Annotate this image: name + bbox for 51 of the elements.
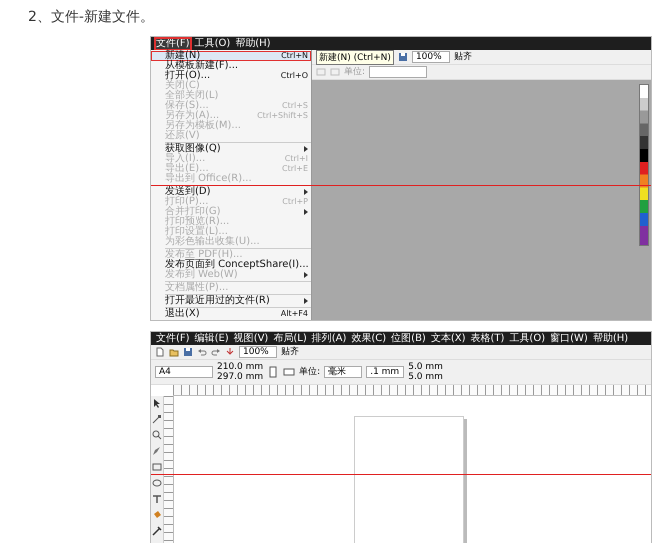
menu-item[interactable]: 排列(A)	[310, 332, 348, 344]
folder-icon[interactable]	[169, 347, 179, 357]
save-icon[interactable]	[183, 347, 193, 357]
tooltip: 新建(N) (Ctrl+N)	[316, 50, 394, 64]
menu-item[interactable]: 打开(O)... Ctrl+O	[151, 71, 311, 81]
save-icon[interactable]	[398, 52, 408, 62]
menu-item[interactable]: 工具(O)	[194, 38, 232, 50]
menu-item[interactable]: 位图(B)	[390, 332, 427, 344]
zoom-icon[interactable]	[152, 430, 162, 440]
menu-item[interactable]: 发布页面到 ConceptShare(I)...	[151, 260, 311, 270]
landscape-page-icon[interactable]	[283, 366, 296, 378]
duplicate-y-field[interactable]: 5.0 mm	[408, 372, 443, 382]
snap-label[interactable]: 贴齐	[281, 347, 299, 357]
menu-item[interactable]: 编辑(E)	[194, 332, 230, 344]
duplicate-x-field[interactable]: 5.0 mm	[408, 362, 443, 372]
menu-item[interactable]: 获取图像(Q)	[151, 144, 311, 154]
shape-tool-icon[interactable]	[152, 414, 162, 424]
page-size-dropdown[interactable]: A4	[155, 366, 213, 378]
zoom-field[interactable]: 100%	[239, 346, 277, 358]
unit-dropdown[interactable]: 毫米	[324, 366, 362, 378]
rectangle-icon[interactable]	[152, 462, 162, 472]
menu-item[interactable]: 文本(X)	[430, 332, 466, 344]
menu-item[interactable]: 布局(L)	[272, 332, 308, 344]
menu-item[interactable]: 帮助(H)	[234, 38, 272, 50]
new-document-icon[interactable]	[155, 347, 165, 357]
menu-item[interactable]: 文件(F)	[155, 332, 191, 344]
menu-item[interactable]: 帮助(H)	[592, 332, 630, 344]
menu-item[interactable]: 从模板新建(F)...	[151, 61, 311, 71]
page-height-field[interactable]: 297.0 mm	[217, 372, 264, 382]
unit-label: 单位:	[299, 367, 320, 377]
menu-item[interactable]: 窗口(W)	[549, 332, 589, 344]
menu-item[interactable]: 退出(X) Alt+F4	[151, 309, 311, 319]
menu-item[interactable]: 新建(N) Ctrl+N	[151, 51, 311, 61]
menu-item[interactable]: 工具(O)	[508, 332, 546, 344]
portrait-page-icon[interactable]	[267, 366, 280, 378]
page-width-field[interactable]: 210.0 mm	[217, 362, 264, 372]
undo-icon[interactable]	[197, 347, 207, 357]
text-tool-icon[interactable]	[152, 494, 162, 504]
redo-icon[interactable]	[211, 347, 221, 357]
menu-item[interactable]: 表格(T)	[470, 332, 506, 344]
zoom-field[interactable]: 100%	[412, 51, 450, 63]
nudge-field[interactable]: .1 mm	[366, 366, 404, 378]
pointer-tool-icon[interactable]	[152, 398, 162, 408]
menu-item[interactable]: 效果(C)	[350, 332, 388, 344]
pen-icon[interactable]	[152, 446, 162, 456]
snap-label[interactable]: 贴齐	[454, 52, 472, 62]
import-icon[interactable]	[225, 347, 235, 357]
ellipse-icon[interactable]	[152, 478, 162, 488]
step-heading: 2、文件-新建文件。	[27, 8, 155, 27]
unit-label: 单位:	[344, 67, 366, 77]
menu-item[interactable]: 视图(V)	[232, 332, 270, 344]
